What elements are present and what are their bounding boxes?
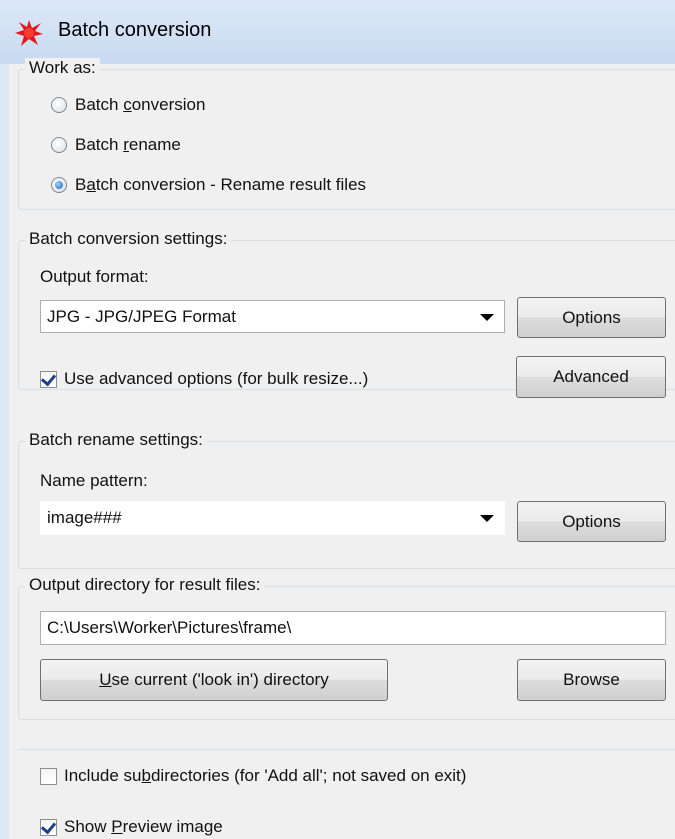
- output-format-value: JPG - JPG/JPEG Format: [47, 306, 236, 326]
- output-directory-field[interactable]: C:\Users\Worker\Pictures\frame\: [40, 611, 666, 645]
- radio-batch-conversion-rename[interactable]: Batch conversion - Rename result files: [51, 175, 366, 195]
- include-subdirectories-label: Include subdirectories (for 'Add all'; n…: [64, 766, 467, 785]
- chevron-down-icon: [480, 515, 494, 522]
- window-left-edge: [0, 64, 9, 839]
- show-preview-label: Show Preview image: [64, 817, 223, 836]
- dialog-client-area: Work as: Batch conversion Batch rename B…: [9, 58, 675, 839]
- work-as-legend: Work as:: [25, 58, 100, 78]
- output-format-label: Output format:: [40, 267, 149, 286]
- output-directory-legend: Output directory for result files:: [25, 575, 265, 595]
- show-preview-checkbox[interactable]: Show Preview image: [40, 817, 223, 837]
- conversion-settings-legend: Batch conversion settings:: [25, 229, 232, 249]
- include-subdirectories-checkbox[interactable]: Include subdirectories (for 'Add all'; n…: [40, 766, 466, 786]
- app-splat-icon: [15, 20, 43, 46]
- output-format-select[interactable]: JPG - JPG/JPEG Format: [40, 300, 505, 333]
- title-bar: Batch conversion: [0, 0, 675, 64]
- use-current-directory-button[interactable]: Use current ('look in') directory: [40, 659, 388, 701]
- rename-settings-legend: Batch rename settings:: [25, 430, 207, 450]
- advanced-button[interactable]: Advanced: [516, 356, 666, 398]
- name-pattern-label: Name pattern:: [40, 471, 148, 490]
- format-options-button[interactable]: Options: [517, 297, 666, 338]
- name-pattern-combo[interactable]: image###: [40, 501, 505, 535]
- radio-batch-rename[interactable]: Batch rename: [51, 135, 181, 155]
- window-title: Batch conversion: [58, 19, 212, 41]
- browse-button[interactable]: Browse: [517, 659, 666, 701]
- radio-indicator: [51, 137, 67, 153]
- checkbox-indicator-checked: [40, 370, 57, 388]
- advanced-options-label: Use advanced options (for bulk resize...…: [64, 369, 369, 388]
- radio-label: Batch rename: [75, 135, 181, 154]
- rename-options-button[interactable]: Options: [517, 501, 666, 542]
- radio-indicator-selected: [51, 177, 67, 193]
- checkbox-indicator-checked: [40, 818, 57, 836]
- radio-label: Batch conversion: [75, 95, 206, 114]
- advanced-options-checkbox[interactable]: Use advanced options (for bulk resize...…: [40, 369, 368, 389]
- radio-label: Batch conversion - Rename result files: [75, 175, 367, 194]
- checkbox-indicator: [40, 767, 57, 785]
- radio-indicator: [51, 97, 67, 113]
- name-pattern-value: image###: [47, 508, 122, 527]
- section-divider: [18, 749, 675, 750]
- chevron-down-icon: [480, 313, 494, 321]
- radio-batch-conversion[interactable]: Batch conversion: [51, 95, 205, 115]
